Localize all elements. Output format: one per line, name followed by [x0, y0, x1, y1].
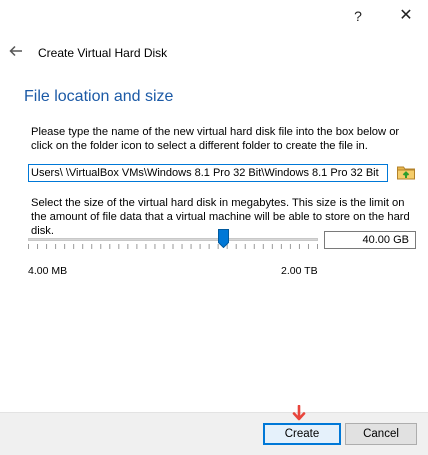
slider-ticks: [28, 244, 318, 249]
close-icon: ✕: [399, 7, 413, 24]
section-title: File location and size: [24, 88, 174, 105]
max-size-label: 2.00 TB: [281, 265, 318, 277]
help-button[interactable]: ?: [346, 6, 370, 26]
size-input[interactable]: 40.00 GB: [324, 231, 416, 249]
title-bar: ? ✕: [0, 0, 428, 34]
file-location-description: Please type the name of the new virtual …: [31, 126, 400, 152]
slider-thumb[interactable]: [217, 229, 229, 248]
pointer-arrow-icon: [292, 405, 306, 421]
back-arrow-icon[interactable]: [8, 43, 24, 59]
min-size-label: 4.00 MB: [28, 265, 68, 277]
close-button[interactable]: ✕: [394, 6, 418, 26]
file-location-input[interactable]: Users\ \VirtualBox VMs\Windows 8.1 Pro 3…: [28, 164, 388, 182]
wizard-title: Create Virtual Hard Disk: [38, 46, 168, 60]
size-slider[interactable]: [28, 229, 318, 251]
slider-track: [28, 238, 318, 241]
folder-icon[interactable]: [396, 162, 416, 182]
cancel-button[interactable]: Cancel: [345, 423, 417, 445]
question-mark-icon: ?: [354, 8, 362, 24]
